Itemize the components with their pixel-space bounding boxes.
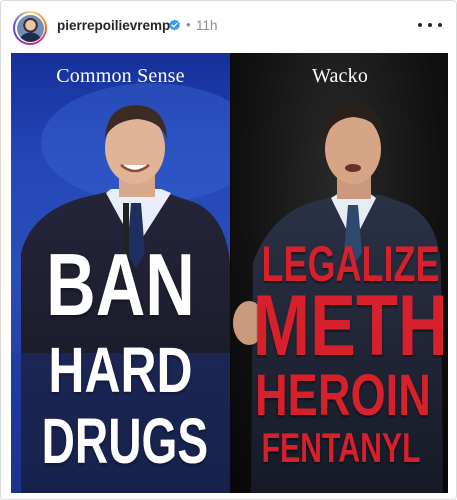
post-image[interactable]: Common Sense BAN HARD DRUGS Wacko LEGALI… [11, 53, 448, 493]
left-caption: Common Sense [56, 65, 185, 87]
left-word-3: DRUGS [41, 405, 209, 477]
left-word-2: HARD [48, 334, 193, 406]
right-word-3: HEROIN [254, 363, 431, 428]
more-options-icon[interactable] [418, 15, 442, 35]
post-timestamp[interactable]: 11h [196, 18, 218, 33]
right-word-2: METH [252, 278, 448, 374]
right-caption: Wacko [311, 65, 369, 87]
post-header: pierrepoilievremp • 11h [1, 1, 456, 53]
right-word-4: FENTANYL [261, 424, 421, 471]
avatar[interactable] [16, 14, 44, 42]
story-ring[interactable] [13, 11, 47, 45]
left-panel: Common Sense BAN HARD DRUGS [11, 53, 230, 493]
separator-dot: • [186, 17, 191, 32]
right-panel: Wacko LEGALIZE METH HEROIN FENTANYL [230, 53, 448, 493]
instagram-post: pierrepoilievremp • 11h Common Sense BAN… [0, 0, 457, 500]
verified-badge-icon [168, 19, 181, 31]
username-link[interactable]: pierrepoilievremp [57, 18, 170, 33]
left-word-1: BAN [46, 235, 195, 334]
